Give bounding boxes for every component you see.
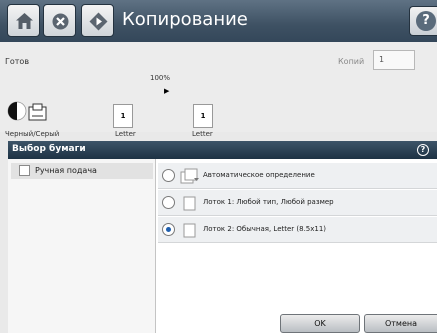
paper-option-label: Автоматическое определение: [203, 171, 315, 179]
paper-icon: [183, 196, 196, 211]
stop-button[interactable]: [43, 4, 76, 37]
radio-button[interactable]: [162, 196, 175, 209]
status-text: Готов: [5, 57, 30, 66]
ok-button[interactable]: OK: [280, 314, 360, 333]
cancel-button[interactable]: Отмена: [364, 314, 437, 333]
arrow-right-icon: ▶: [164, 87, 170, 95]
stop-icon: [52, 13, 69, 30]
paper-selection-dialog: Выбор бумаги ? Ручная подача Автоматичес…: [8, 141, 437, 333]
radio-button-selected[interactable]: [162, 223, 175, 236]
copies-label: Копий: [338, 57, 365, 66]
auto-detect-icon: [180, 168, 199, 184]
color-mode-label: Черный/Серый: [5, 130, 60, 138]
paper-option-auto[interactable]: Автоматическое определение: [158, 163, 437, 189]
help-button[interactable]: ?: [409, 6, 437, 36]
paper-icon: [183, 223, 196, 238]
manual-feed-option[interactable]: Ручная подача: [11, 163, 153, 179]
title-bar: Копирование ?: [0, 0, 437, 42]
help-icon: ?: [416, 11, 436, 31]
copies-field[interactable]: 1: [373, 50, 415, 70]
paper-option-tray-2[interactable]: Лоток 2: Обычная, Letter (8.5x11): [158, 217, 437, 243]
source-page-icon: 1: [113, 104, 133, 128]
dialog-help-icon[interactable]: ?: [417, 144, 429, 156]
dialog-title: Выбор бумаги: [12, 144, 86, 154]
copy-screen: Копирование ? Готов Копий 1 100% ▶ 1 1 L…: [0, 0, 437, 333]
start-copy-button[interactable]: [81, 4, 114, 37]
manual-feed-label: Ручная подача: [35, 166, 97, 175]
status-area: Готов Копий 1 100% ▶ 1 1 Letter Letter Ч…: [0, 42, 437, 138]
manual-feed-checkbox[interactable]: [19, 165, 30, 176]
zoom-level: 100%: [150, 74, 171, 82]
start-icon: [89, 12, 108, 31]
destination-page-icon: 1: [193, 104, 213, 128]
paper-option-label: Лоток 2: Обычная, Letter (8.5x11): [203, 225, 327, 233]
source-paper-label: Letter: [115, 130, 136, 138]
destination-paper-label: Letter: [192, 130, 213, 138]
paper-option-tray-1[interactable]: Лоток 1: Любой тип, Любой размер: [158, 190, 437, 216]
color-mode-icon: [7, 101, 47, 121]
dialog-header: Выбор бумаги ?: [8, 141, 437, 159]
feed-options-pane: Ручная подача: [8, 159, 156, 333]
home-button[interactable]: [7, 4, 40, 37]
app-title: Копирование: [122, 9, 248, 30]
radio-button[interactable]: [162, 169, 175, 182]
paper-option-label: Лоток 1: Любой тип, Любой размер: [203, 198, 334, 206]
home-icon: [16, 13, 33, 29]
